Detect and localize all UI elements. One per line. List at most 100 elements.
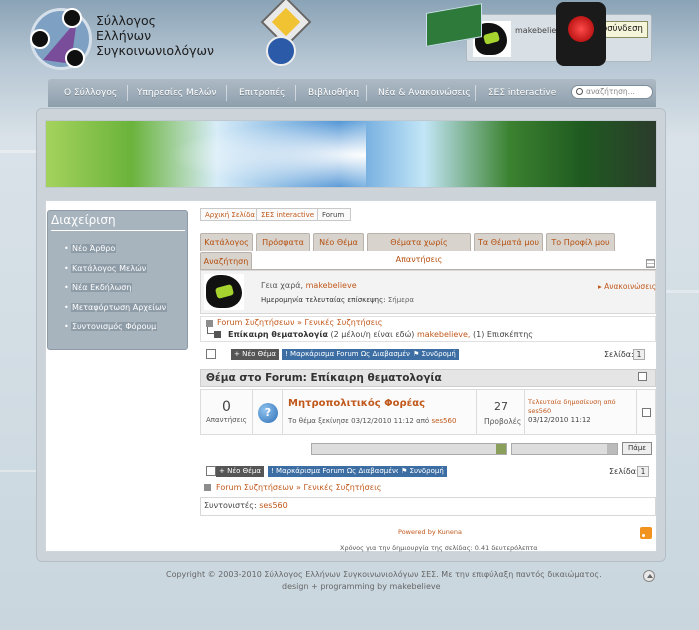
expand-toggle[interactable] — [206, 466, 216, 476]
welcome-user-link[interactable]: makebelieve — [306, 281, 357, 290]
last-visit: Ημερομηνία τελευταίας επίσκεψης: Σήμερα — [261, 296, 414, 304]
breadcrumb-home[interactable]: Αρχική Σελίδα — [200, 208, 263, 221]
viewers-count: (2 μέλοι/η είναι εδώ) — [330, 330, 415, 339]
topic-checkbox[interactable] — [642, 408, 651, 417]
tab-recent[interactable]: Πρόσφατα — [256, 233, 310, 251]
sidebar-item-label: Συντονισμός Φόρουμ — [71, 322, 158, 331]
site-logo-text[interactable]: Σύλλογος Ελλήνων Συγκοινωνιολόγων — [96, 13, 214, 58]
pagination-label: Σελίδα: — [609, 467, 639, 476]
bus-icon — [30, 29, 50, 49]
scroll-top-button[interactable] — [643, 570, 655, 582]
nav-item-member-services[interactable]: Υπηρεσίες Μελών — [137, 79, 216, 107]
copyright-text: Copyright © 2003-2010 Σύλλογος Ελλήνων Σ… — [166, 570, 602, 579]
main-nav: Ο Σύλλογος Υπηρεσίες Μελών Επιτροπές Βιβ… — [48, 79, 656, 107]
announcements-label: Ανακοινώσεις — [604, 282, 657, 291]
breadcrumb-forum: Forum — [317, 208, 352, 221]
reply-count: 0 — [222, 399, 231, 415]
generation-time: Χρόνος για την δημιουργία της σελίδας: 0… — [340, 544, 538, 552]
search-icon — [576, 88, 583, 95]
nav-item-library[interactable]: Βιβλιοθήκη — [308, 79, 359, 107]
question-topic-icon: ? — [258, 403, 278, 423]
viewer-user-link[interactable]: makebelieve, — [417, 330, 471, 339]
folder-icon — [206, 320, 213, 327]
announcements-link[interactable]: ▸ Ανακοινώσεις — [598, 282, 656, 291]
rss-icon[interactable] — [640, 527, 652, 539]
last-visit-label: Ημερομηνία τελευταίας επίσκεψης: — [261, 296, 386, 304]
collapse-toggle[interactable] — [206, 349, 216, 359]
last-post-user[interactable]: ses560 — [528, 407, 636, 416]
category-info: Επίκαιρη θεματολογία (2 μέλοι/η είναι εδ… — [228, 330, 533, 339]
nav-item-committees[interactable]: Επιτροπές — [239, 79, 285, 107]
welcome-box — [200, 270, 656, 314]
sidebar-item-member-catalog[interactable]: Κατάλογος Μελών — [64, 264, 148, 273]
views-count: 27 — [494, 400, 508, 413]
tab-unanswered[interactable]: Θέματα χωρίς Απαντήσεις — [367, 233, 471, 264]
avatar[interactable] — [204, 274, 244, 310]
logo-line-2: Ελλήνων — [96, 28, 152, 43]
last-post-date: 03/12/2010 11:12 — [528, 416, 591, 424]
sidebar-item-new-article[interactable]: Νέο Άρθρο — [64, 244, 117, 253]
topic-title-link[interactable]: Μητροπολιτικός Φορέας — [288, 398, 425, 409]
new-topic-label: Νέο Θέμα — [227, 467, 261, 475]
direction-sign-icon — [266, 36, 296, 66]
topic-action-select[interactable] — [311, 443, 507, 455]
reply-label: Απαντήσεις — [206, 416, 247, 424]
guests-count: (1) Επισκέπτης — [473, 330, 533, 339]
last-post-label[interactable]: Τελευταία δημοσίευση από — [528, 398, 636, 407]
logo-line-3: Συγκοινωνιολόγων — [96, 43, 214, 58]
person-icon — [65, 48, 85, 68]
nav-item-interactive[interactable]: ΣΕΣ interactive — [488, 79, 556, 107]
grid-icon[interactable] — [646, 259, 655, 268]
breadcrumb-interactive[interactable]: ΣΕΣ interactive — [256, 208, 322, 221]
page-number[interactable]: 1 — [637, 466, 649, 477]
select-all-checkbox[interactable] — [638, 372, 647, 381]
sidebar-item-forum-moderation[interactable]: Συντονισμός Φόρουμ — [64, 322, 158, 331]
sidebar-item-label: Νέο Άρθρο — [71, 244, 117, 253]
tab-my-topics[interactable]: Τα Θέματά μου — [474, 233, 543, 251]
folder-icon — [204, 484, 211, 491]
sidebar-title: Διαχείριση — [51, 213, 116, 227]
tab-catalog[interactable]: Κατάλογος — [200, 233, 253, 251]
path-breadcrumb-bottom[interactable]: Forum Συζητήσεων » Γενικές Συζητήσεις — [216, 483, 381, 492]
mark-read-button-bottom[interactable]: ! Μαρκάρισμα Forum Ως Διαβασμένο — [268, 466, 404, 477]
search-input[interactable]: αναζήτηση... — [571, 85, 653, 99]
folder-icon — [214, 331, 221, 338]
category-name[interactable]: Επίκαιρη θεματολογία — [228, 330, 328, 339]
sidebar-item-label: Κατάλογος Μελών — [71, 264, 148, 273]
tab-search[interactable]: Αναζήτηση — [200, 252, 252, 270]
nav-item-news[interactable]: Νέα & Ανακοινώσεις — [378, 79, 471, 107]
search-placeholder: αναζήτηση... — [586, 87, 635, 96]
new-topic-label: Νέο Θέμα — [242, 350, 276, 358]
path-breadcrumb[interactable]: Forum Συζητήσεων » Γενικές Συζητήσεις — [217, 318, 382, 327]
subscribe-label: Συνδρομή — [409, 467, 444, 475]
topic-list-title: Θέμα στο Forum: Επίκαιρη θεματολογία — [206, 372, 442, 384]
moderators-info: Συντονιστές: ses560 — [204, 501, 288, 510]
tab-my-profile[interactable]: Το Προφίλ μου — [546, 233, 615, 251]
views-label: Προβολές — [484, 417, 522, 426]
sidebar-item-upload-files[interactable]: Μεταφόρτωση Αρχείων — [64, 303, 168, 312]
subscribe-button[interactable]: ⚑ Συνδρομή — [410, 349, 459, 360]
mark-read-button[interactable]: ! Μαρκάρισμα Forum Ως Διαβασμένο — [282, 349, 418, 360]
pagination-label: Σελίδα: — [604, 350, 634, 359]
tab-new-topic[interactable]: Νέο Θέμα — [313, 233, 364, 251]
subscribe-button-bottom[interactable]: ⚑ Συνδρομή — [398, 466, 447, 477]
mark-read-label: Μαρκάρισμα Forum Ως Διαβασμένο — [290, 350, 415, 358]
new-topic-button[interactable]: + Νέο Θέμα — [231, 349, 279, 360]
tree-branch-icon — [207, 327, 214, 334]
moderators-label: Συντονιστές: — [204, 501, 257, 510]
target-category-select[interactable] — [511, 443, 618, 455]
last-post-info: Τελευταία δημοσίευση από ses560 03/12/20… — [528, 398, 636, 425]
page-number[interactable]: 1 — [633, 349, 645, 360]
nav-item-association[interactable]: Ο Σύλλογος — [64, 79, 117, 107]
credits-text: design + programming by makebelieve — [282, 582, 441, 591]
sidebar-item-label: Νέα Εκδήλωση — [71, 283, 133, 292]
topic-author-link[interactable]: ses560 — [431, 417, 456, 425]
powered-by-link[interactable]: Powered by Kunena — [398, 528, 462, 536]
background-line — [0, 470, 36, 472]
sidebar-item-new-event[interactable]: Νέα Εκδήλωση — [64, 283, 133, 292]
topic-meta: Το θέμα ξεκίνησε 03/12/2010 11:12 από se… — [288, 417, 456, 425]
new-topic-button-bottom[interactable]: + Νέο Θέμα — [216, 466, 264, 477]
go-button[interactable]: Πάμε — [622, 442, 652, 455]
moderator-user-link[interactable]: ses560 — [259, 501, 288, 510]
sidebar-item-label: Μεταφόρτωση Αρχείων — [71, 303, 168, 312]
